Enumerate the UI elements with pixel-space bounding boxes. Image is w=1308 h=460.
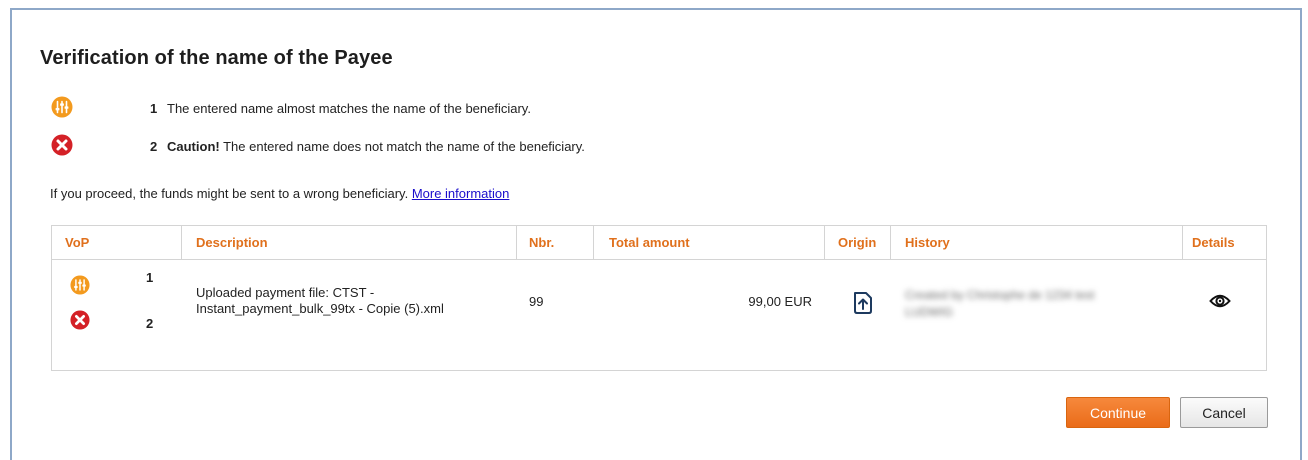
eye-icon[interactable] [1209, 292, 1231, 310]
upload-file-icon[interactable] [852, 291, 874, 315]
legend-item-partial-match: 1 The entered name almost matches the na… [40, 96, 840, 120]
column-header-vop: VoP [65, 235, 90, 250]
partial-match-icon [51, 96, 73, 118]
no-match-icon [51, 134, 73, 156]
partial-match-icon [70, 275, 90, 295]
history-line: LUDWIG [905, 305, 953, 319]
column-header-description: Description [181, 226, 481, 259]
dialog-title: Verification of the name of the Payee [40, 47, 393, 69]
legend-number: 1 [150, 101, 158, 116]
warning-message: If you proceed, the funds might be sent … [50, 186, 509, 201]
caution-label: Caution! [167, 139, 220, 154]
payments-table: VoP Description Nbr. Total amount Origin… [51, 225, 1267, 371]
column-header-details: Details [1182, 226, 1267, 259]
legend-text-rest: The entered name does not match the name… [219, 139, 585, 154]
column-header-nbr: Nbr. [516, 226, 596, 259]
no-match-icon [70, 310, 90, 330]
vop-count-partial: 1 [146, 270, 154, 285]
row-history: Created by Christophe de 1234 test LUDWI… [905, 287, 1094, 321]
legend-text: The entered name almost matches the name… [167, 101, 531, 116]
row-nbr: 99 [529, 294, 544, 309]
vop-count-no-match: 2 [146, 316, 154, 331]
continue-button[interactable]: Continue [1066, 397, 1170, 428]
cancel-button[interactable]: Cancel [1180, 397, 1268, 428]
description-line: Instant_payment_bulk_99tx - Copie (5).xm… [196, 301, 444, 316]
table-header: VoP Description Nbr. Total amount Origin… [52, 226, 1266, 260]
description-line: Uploaded payment file: CTST - [196, 285, 375, 300]
column-header-history: History [890, 226, 1170, 259]
legend-text: Caution! The entered name does not match… [167, 139, 585, 154]
history-line: Created by Christophe de 1234 test [905, 288, 1095, 302]
legend-number: 2 [150, 139, 158, 154]
legend-item-no-match: 2 Caution! The entered name does not mat… [40, 134, 840, 158]
row-total-amount: 99,00 EUR [748, 294, 812, 309]
row-description: Uploaded payment file: CTST - Instant_pa… [196, 285, 444, 317]
column-header-total-amount: Total amount [593, 226, 823, 259]
warning-text: If you proceed, the funds might be sent … [50, 186, 412, 201]
more-information-link[interactable]: More information [412, 186, 510, 201]
